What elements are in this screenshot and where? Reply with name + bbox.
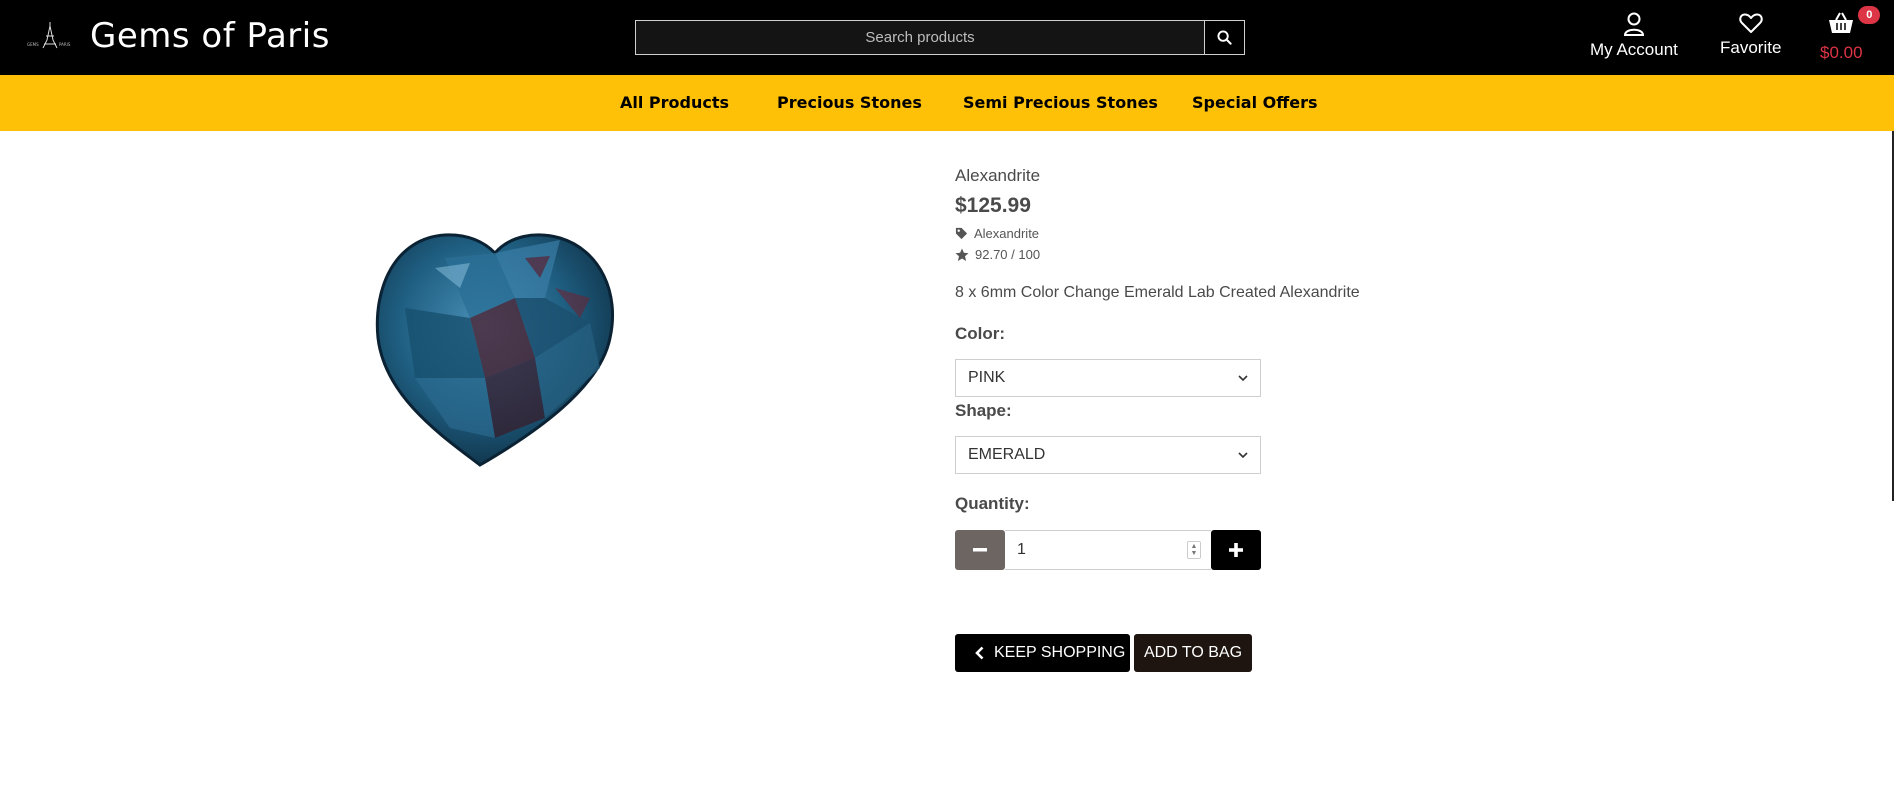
quantity-label: Quantity: bbox=[955, 494, 1030, 513]
keep-shopping-button[interactable]: KEEP SHOPPING bbox=[955, 634, 1130, 672]
product-name: Alexandrite bbox=[955, 166, 1041, 185]
color-selected-value: PINK bbox=[968, 369, 1006, 386]
decrement-button[interactable] bbox=[955, 530, 1005, 570]
product-rating: 92.70 / 100 bbox=[975, 247, 1041, 262]
quantity-spinner[interactable]: ▲ ▼ bbox=[1187, 541, 1201, 559]
heart-icon bbox=[1738, 13, 1763, 33]
chevron-down-icon bbox=[1238, 374, 1248, 381]
color-label: Color: bbox=[955, 324, 1006, 343]
spinner-down-icon[interactable]: ▼ bbox=[1191, 550, 1198, 557]
nav-all-products[interactable]: All Products bbox=[620, 93, 729, 112]
plus-icon bbox=[1229, 543, 1243, 557]
quantity-stepper: 1 ▲ ▼ bbox=[955, 530, 1261, 570]
nav-precious-stones[interactable]: Precious Stones bbox=[777, 93, 922, 112]
category-navbar: All Products Precious Stones Semi Precio… bbox=[0, 75, 1894, 131]
product-description: 8 x 6mm Color Change Emerald Lab Created… bbox=[955, 284, 1360, 301]
svg-text:PARIS: PARIS bbox=[59, 42, 71, 47]
my-account-link[interactable]: My Account bbox=[1590, 12, 1678, 60]
eiffel-logo-icon[interactable]: GEMS PARIS bbox=[25, 20, 75, 52]
shape-select[interactable]: EMERALD bbox=[955, 436, 1261, 474]
product-price: $125.99 bbox=[955, 194, 1031, 217]
search-input[interactable] bbox=[635, 20, 1205, 55]
cart-link[interactable]: 0 $0.00 bbox=[1820, 6, 1881, 63]
favorite-label: Favorite bbox=[1720, 38, 1782, 57]
my-account-label: My Account bbox=[1590, 40, 1678, 59]
minus-icon bbox=[973, 548, 987, 552]
product-details: Alexandrite $125.99 Alexandrite 92.70 / … bbox=[955, 166, 1655, 672]
cart-total: $0.00 bbox=[1820, 43, 1863, 62]
category-row: Alexandrite bbox=[955, 226, 1655, 241]
add-to-bag-button[interactable]: ADD TO BAG bbox=[1134, 634, 1252, 672]
spinner-up-icon[interactable]: ▲ bbox=[1191, 543, 1198, 550]
chevron-down-icon bbox=[1238, 451, 1248, 458]
keep-shopping-label: KEEP SHOPPING bbox=[994, 644, 1126, 661]
search-button[interactable] bbox=[1204, 20, 1245, 55]
tag-icon bbox=[955, 227, 968, 240]
nav-special-offers[interactable]: Special Offers bbox=[1192, 93, 1317, 112]
favorite-link[interactable]: Favorite bbox=[1720, 12, 1781, 58]
increment-button[interactable] bbox=[1211, 530, 1261, 570]
search-bar bbox=[635, 20, 1245, 55]
quantity-value: 1 bbox=[1017, 541, 1026, 558]
top-header: GEMS PARIS Gems of Paris My Account Favo… bbox=[0, 0, 1894, 75]
user-icon bbox=[1623, 12, 1644, 36]
shape-label: Shape: bbox=[955, 401, 1012, 420]
color-select[interactable]: PINK bbox=[955, 359, 1261, 397]
nav-semi-precious-stones[interactable]: Semi Precious Stones bbox=[963, 93, 1158, 112]
quantity-input[interactable]: 1 ▲ ▼ bbox=[1005, 530, 1211, 570]
brand-title[interactable]: Gems of Paris bbox=[90, 16, 330, 56]
rating-row: 92.70 / 100 bbox=[955, 247, 1655, 262]
shape-selected-value: EMERALD bbox=[968, 446, 1046, 463]
search-icon bbox=[1217, 30, 1232, 45]
action-buttons: KEEP SHOPPING ADD TO BAG bbox=[955, 634, 1655, 672]
svg-text:GEMS: GEMS bbox=[27, 42, 39, 47]
chevron-left-icon bbox=[975, 646, 984, 660]
cart-count-badge: 0 bbox=[1858, 6, 1881, 24]
basket-icon bbox=[1829, 12, 1854, 33]
star-icon bbox=[955, 248, 969, 261]
product-category-link[interactable]: Alexandrite bbox=[974, 226, 1039, 241]
product-image bbox=[375, 228, 650, 478]
